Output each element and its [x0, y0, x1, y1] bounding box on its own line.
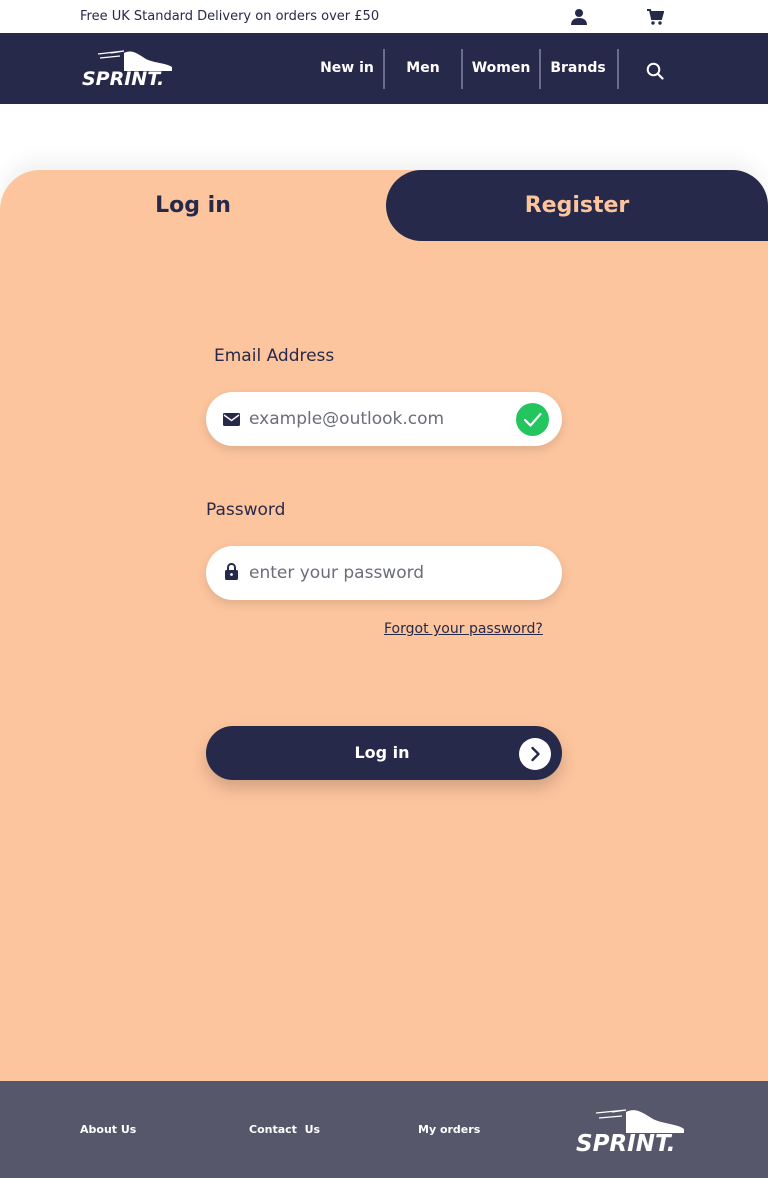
email-label: Email Address — [214, 346, 335, 366]
promo-text: Free UK Standard Delivery on orders over… — [80, 9, 380, 24]
nav-men[interactable]: Men — [390, 60, 456, 76]
footer: About Us Contact Us My orders SPRINT. — [0, 1081, 768, 1178]
password-input[interactable] — [249, 558, 509, 588]
login-button[interactable]: Log in — [206, 726, 562, 780]
nav-divider — [461, 49, 463, 89]
auth-panel: Log in Register Email Address Password F… — [0, 170, 768, 1081]
sprint-logo[interactable]: SPRINT. — [80, 47, 180, 89]
mail-icon — [223, 413, 240, 426]
nav-new-in[interactable]: New in — [312, 60, 382, 76]
check-icon — [516, 403, 549, 436]
email-field-wrapper — [206, 392, 562, 446]
password-label: Password — [206, 500, 286, 520]
footer-sprint-logo[interactable]: SPRINT. — [574, 1105, 694, 1155]
nav-brands[interactable]: Brands — [544, 60, 612, 76]
footer-about-link[interactable]: About Us — [80, 1123, 136, 1136]
nav-divider — [383, 49, 385, 89]
email-input[interactable] — [249, 404, 509, 434]
footer-logo-text: SPRINT. — [576, 1131, 675, 1155]
footer-orders-link[interactable]: My orders — [418, 1123, 480, 1136]
tab-register[interactable]: Register — [386, 170, 768, 241]
header: SPRINT. New in Men Women Brands — [0, 33, 768, 104]
forgot-password-link[interactable]: Forgot your password? — [384, 621, 543, 637]
search-icon[interactable] — [646, 62, 664, 80]
logo-text: SPRINT. — [82, 68, 164, 89]
cart-icon[interactable] — [646, 8, 664, 26]
chevron-right-icon — [519, 738, 551, 770]
login-button-label: Log in — [354, 743, 410, 762]
nav-divider — [539, 49, 541, 89]
person-icon[interactable] — [570, 8, 588, 26]
footer-contact-link[interactable]: Contact Us — [249, 1123, 320, 1136]
lock-icon — [225, 563, 238, 580]
nav-divider — [617, 49, 619, 89]
tab-login[interactable]: Log in — [0, 170, 386, 241]
password-field-wrapper — [206, 546, 562, 600]
nav-women[interactable]: Women — [466, 60, 536, 76]
promo-bar: Free UK Standard Delivery on orders over… — [0, 0, 768, 33]
